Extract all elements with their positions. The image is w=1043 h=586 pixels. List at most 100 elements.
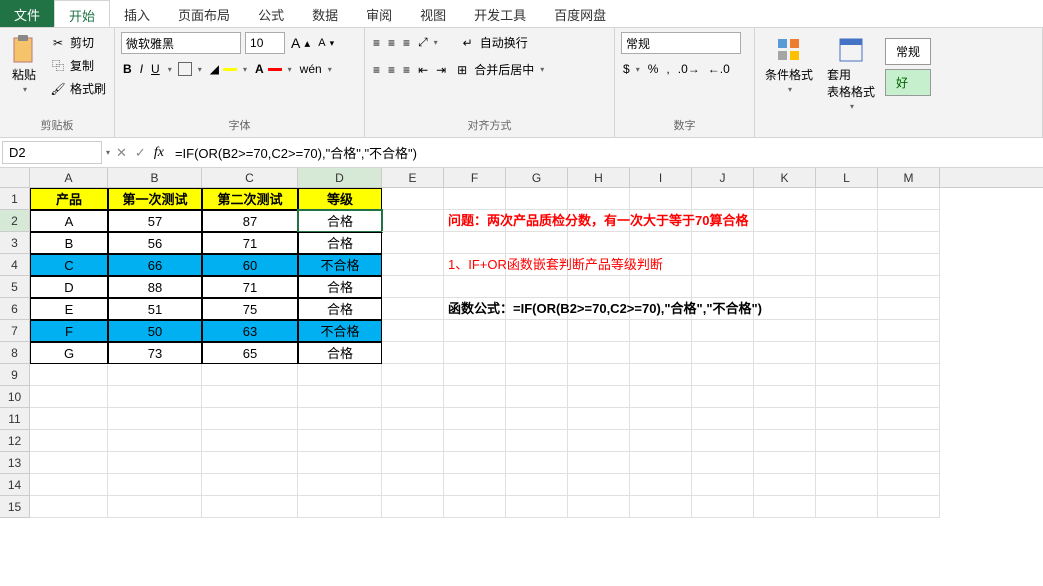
cell[interactable]	[444, 386, 506, 408]
cell[interactable]	[382, 276, 444, 298]
percent-button[interactable]: %	[646, 60, 661, 78]
cell[interactable]	[444, 188, 506, 210]
cell[interactable]	[382, 188, 444, 210]
row-header[interactable]: 1	[0, 188, 30, 210]
cell[interactable]	[878, 496, 940, 518]
cell[interactable]	[298, 408, 382, 430]
cell[interactable]	[108, 408, 202, 430]
cell[interactable]: 63	[202, 320, 298, 342]
tab-insert[interactable]: 插入	[110, 0, 164, 27]
cell[interactable]	[382, 496, 444, 518]
tab-formula[interactable]: 公式	[244, 0, 298, 27]
tab-review[interactable]: 审阅	[352, 0, 406, 27]
cell[interactable]	[754, 320, 816, 342]
align-middle-button[interactable]: ≡	[386, 34, 397, 52]
cell[interactable]	[506, 364, 568, 386]
cell[interactable]	[816, 276, 878, 298]
format-painter-button[interactable]: 🖌格式刷	[48, 78, 108, 99]
cell[interactable]	[816, 452, 878, 474]
cell[interactable]: 56	[108, 232, 202, 254]
increase-decimal-button[interactable]: .0→	[676, 60, 702, 78]
accept-formula-button[interactable]: ✓	[135, 145, 146, 161]
cell[interactable]	[754, 386, 816, 408]
cell[interactable]	[506, 320, 568, 342]
cell[interactable]	[202, 408, 298, 430]
cell[interactable]	[108, 496, 202, 518]
paste-button[interactable]: 粘贴 ▾	[6, 32, 42, 98]
font-color-button[interactable]: A▾	[253, 60, 294, 78]
comma-button[interactable]: ,	[664, 60, 671, 78]
cancel-formula-button[interactable]: ✕	[116, 145, 127, 161]
cell[interactable]	[202, 430, 298, 452]
col-header-L[interactable]: L	[816, 168, 878, 187]
cell[interactable]: 65	[202, 342, 298, 364]
cell[interactable]: 第一次测试	[108, 188, 202, 210]
cell[interactable]	[816, 496, 878, 518]
col-header-G[interactable]: G	[506, 168, 568, 187]
cell[interactable]: 60	[202, 254, 298, 276]
cell[interactable]	[444, 232, 506, 254]
cell[interactable]	[630, 408, 692, 430]
cell[interactable]	[878, 430, 940, 452]
name-box[interactable]	[2, 141, 102, 164]
cell[interactable]: D	[30, 276, 108, 298]
cell-style-normal[interactable]: 常规	[885, 38, 931, 65]
cell[interactable]: 产品	[30, 188, 108, 210]
cell[interactable]	[692, 320, 754, 342]
cell[interactable]	[202, 452, 298, 474]
cell[interactable]	[382, 210, 444, 232]
cell[interactable]	[30, 430, 108, 452]
cell[interactable]	[506, 430, 568, 452]
cell[interactable]	[878, 298, 940, 320]
underline-button[interactable]: U	[149, 60, 162, 78]
cell[interactable]	[202, 364, 298, 386]
cell[interactable]	[816, 364, 878, 386]
cell[interactable]	[298, 386, 382, 408]
cell[interactable]	[692, 386, 754, 408]
fx-icon[interactable]: fx	[154, 145, 164, 161]
row-header[interactable]: 8	[0, 342, 30, 364]
cell[interactable]	[816, 408, 878, 430]
cell[interactable]	[692, 496, 754, 518]
cell[interactable]: B	[30, 232, 108, 254]
cell[interactable]: 71	[202, 276, 298, 298]
cell[interactable]	[878, 188, 940, 210]
cell[interactable]	[816, 210, 878, 232]
cell[interactable]: 不合格	[298, 320, 382, 342]
cell[interactable]	[444, 342, 506, 364]
cell[interactable]	[692, 452, 754, 474]
cell[interactable]	[630, 452, 692, 474]
cell[interactable]	[568, 408, 630, 430]
cell[interactable]	[754, 430, 816, 452]
cell[interactable]	[506, 452, 568, 474]
cell[interactable]	[506, 276, 568, 298]
cell[interactable]	[878, 342, 940, 364]
cell[interactable]: 71	[202, 232, 298, 254]
align-top-button[interactable]: ≡	[371, 34, 382, 52]
cell[interactable]: 75	[202, 298, 298, 320]
cell[interactable]	[298, 474, 382, 496]
cell[interactable]	[568, 430, 630, 452]
row-header[interactable]: 11	[0, 408, 30, 430]
phonetic-button[interactable]: wén▾	[298, 60, 334, 78]
conditional-format-button[interactable]: 条件格式▾	[761, 32, 817, 98]
cell[interactable]	[108, 452, 202, 474]
row-header[interactable]: 13	[0, 452, 30, 474]
cell[interactable]	[878, 276, 940, 298]
cell[interactable]	[568, 364, 630, 386]
cell[interactable]: C	[30, 254, 108, 276]
italic-button[interactable]: I	[138, 60, 145, 78]
cell[interactable]	[754, 452, 816, 474]
cell[interactable]: 合格	[298, 298, 382, 320]
cell[interactable]	[692, 276, 754, 298]
cell[interactable]	[568, 342, 630, 364]
tab-layout[interactable]: 页面布局	[164, 0, 244, 27]
cell[interactable]	[692, 408, 754, 430]
font-size-select[interactable]	[245, 32, 285, 54]
cell[interactable]	[692, 232, 754, 254]
cell[interactable]	[878, 320, 940, 342]
cell[interactable]	[202, 474, 298, 496]
cell[interactable]	[878, 254, 940, 276]
align-bottom-button[interactable]: ≡	[401, 34, 412, 52]
cell[interactable]	[444, 496, 506, 518]
